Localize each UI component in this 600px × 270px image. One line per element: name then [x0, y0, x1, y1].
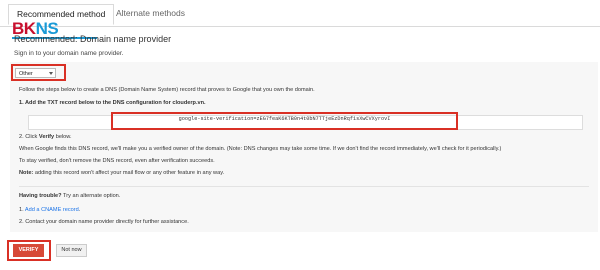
add-cname-record-link[interactable]: Add a CNAME record [25, 207, 79, 213]
section-divider [19, 186, 589, 187]
step1-domain: clouderp.vn [172, 100, 205, 106]
step2-verify-word: Verify [38, 134, 55, 140]
stay-verified-text: To stay verified, don't remove the DNS r… [19, 158, 215, 164]
not-now-button[interactable]: Not now [56, 244, 87, 257]
verify-button[interactable]: VERIFY [13, 244, 44, 257]
step1-prefix: 1. Add the TXT record below to the DNS c… [19, 100, 171, 106]
note-text: Note: adding this record won't affect yo… [19, 170, 224, 176]
trouble-label: Having trouble? [19, 193, 62, 199]
alt-option-1-suffix: . [78, 207, 81, 213]
intro-text: Follow the steps below to create a DNS (… [19, 87, 315, 93]
trouble-body: Try an alternate option. [63, 193, 121, 199]
page-heading: Recommended: Domain name provider [14, 34, 172, 44]
step1-suffix: . [204, 100, 206, 106]
step2-suffix: below. [55, 134, 72, 140]
note-body: adding this record won't affect your mai… [34, 170, 225, 176]
step2-prefix: 2. Click [19, 134, 38, 140]
tab-alternate-methods[interactable]: Alternate methods [110, 6, 191, 20]
provider-select-value: Other [19, 71, 33, 77]
when-found-text: When Google finds this DNS record, we'll… [19, 146, 502, 152]
alt-option-1-prefix: 1. [19, 207, 24, 213]
chevron-down-icon [49, 72, 53, 75]
alt-option-1: 1. Add a CNAME record. [19, 207, 80, 213]
txt-record-value[interactable]: google-site-verification=zEG7feaK6KTB0n4… [111, 116, 458, 122]
alt-option-2: 2. Contact your domain name provider dir… [19, 219, 189, 225]
step1-text: 1. Add the TXT record below to the DNS c… [19, 100, 206, 106]
signin-instruction: Sign in to your domain name provider. [14, 50, 124, 57]
note-label: Note: [19, 170, 34, 176]
method-tabs: Recommended method Alternate methods [0, 0, 600, 27]
provider-select[interactable]: Other [15, 68, 56, 78]
step2-text: 2. Click Verify below. [19, 134, 72, 140]
trouble-text: Having trouble? Try an alternate option. [19, 193, 120, 199]
